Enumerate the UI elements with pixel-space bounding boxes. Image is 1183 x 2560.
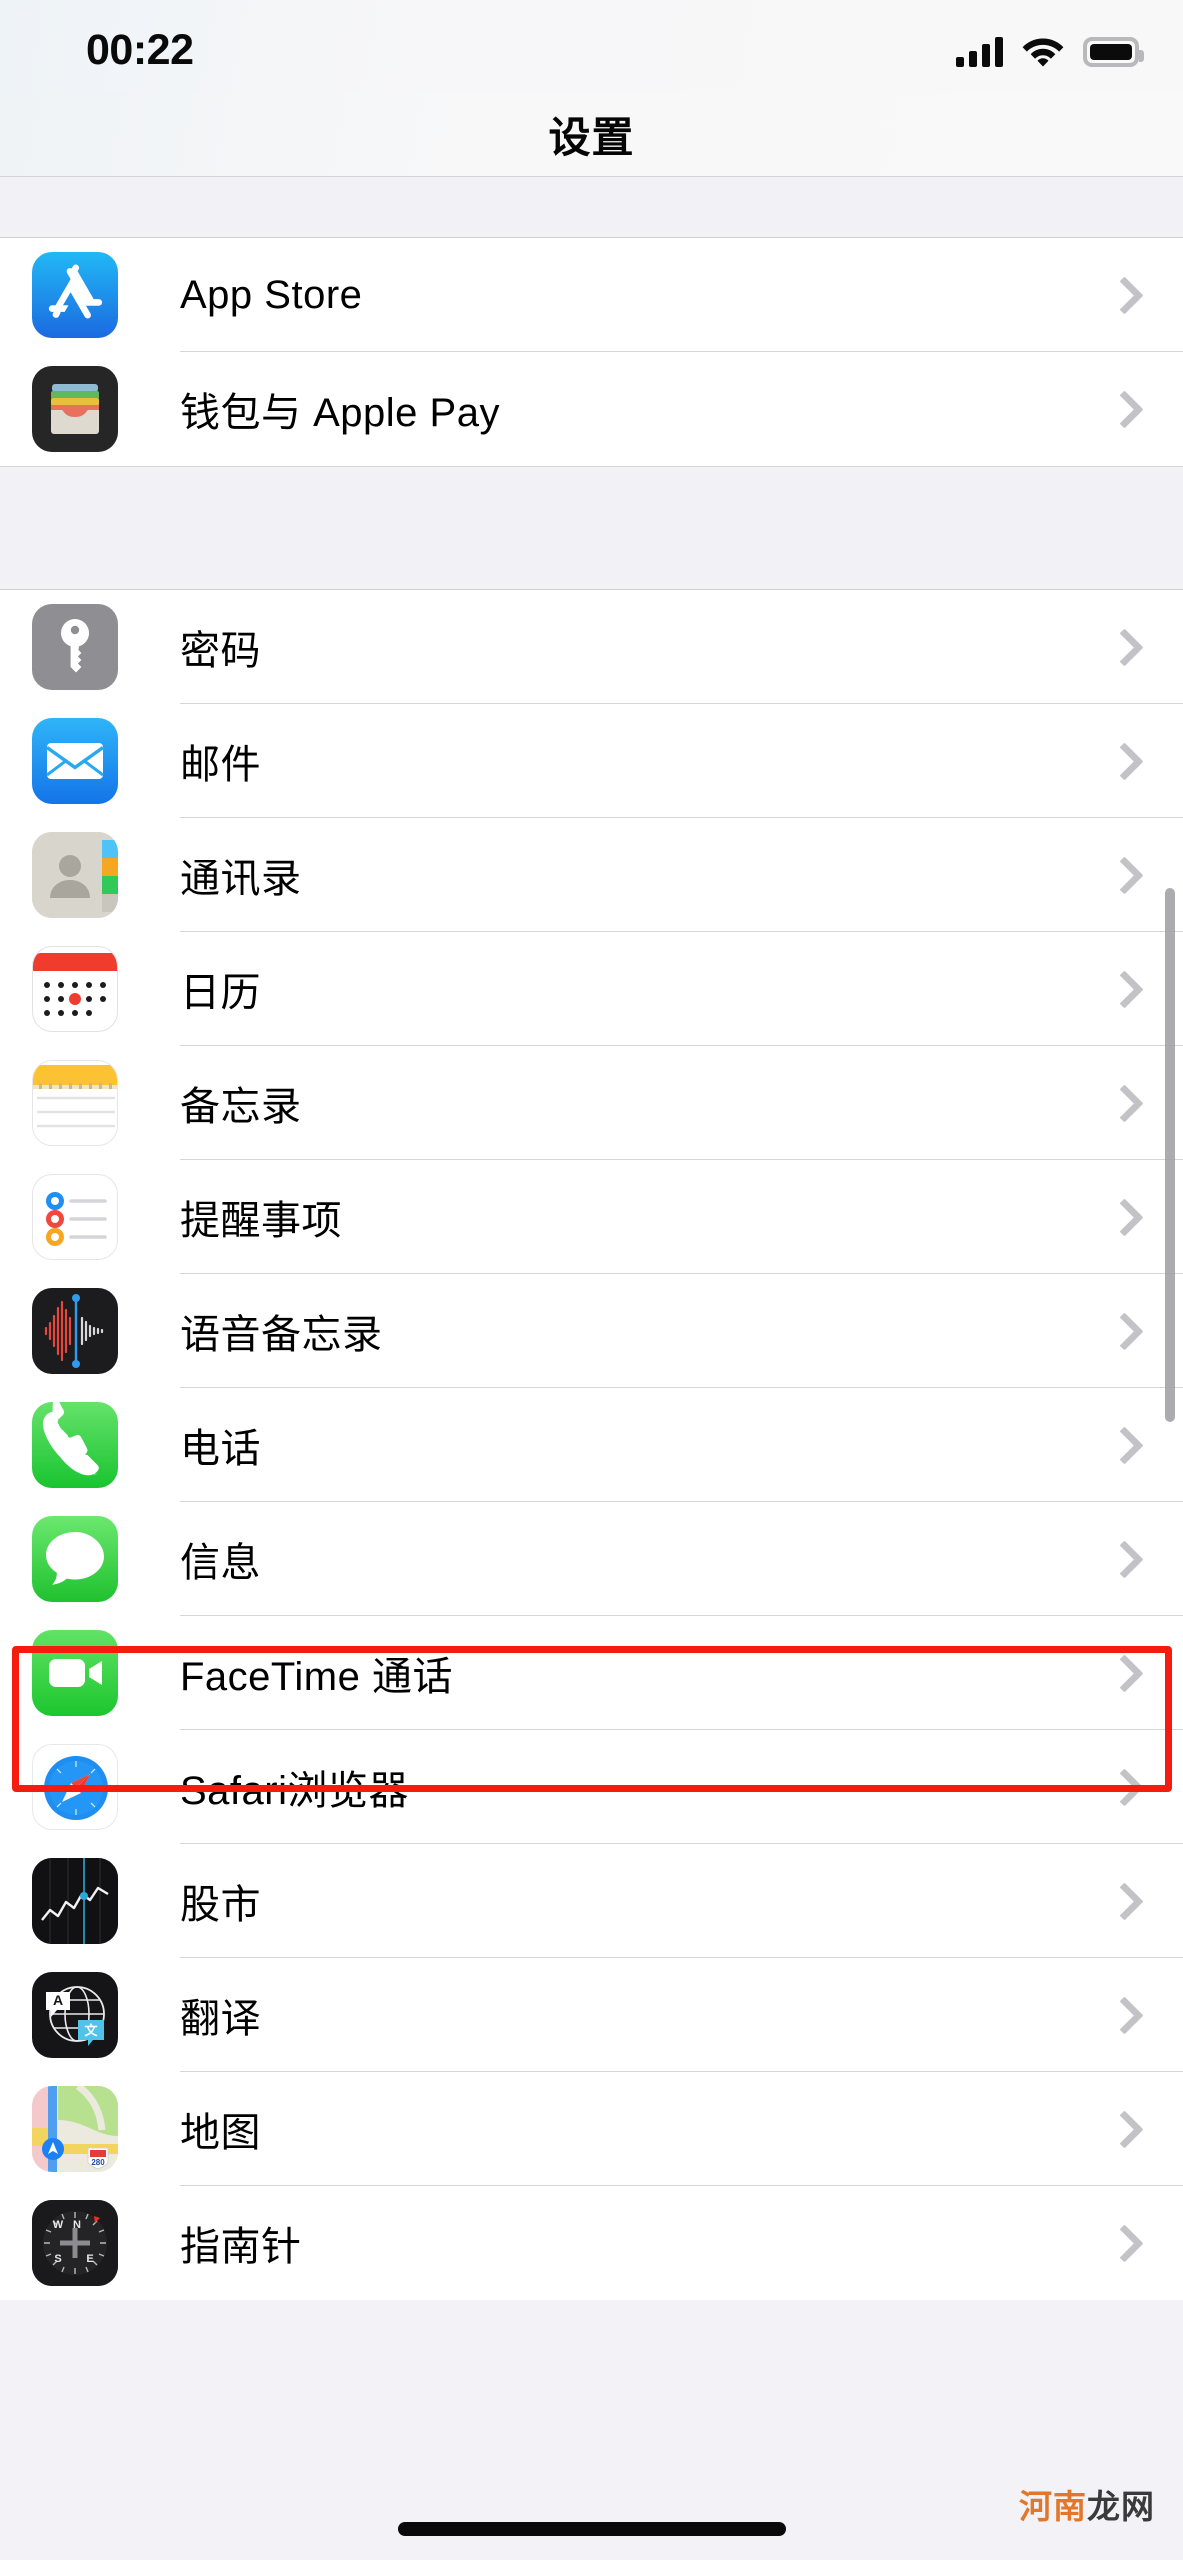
settings-row-label: 通讯录 bbox=[180, 857, 302, 901]
voice-memos-icon bbox=[32, 1288, 118, 1374]
chevron-right-icon bbox=[1109, 1083, 1131, 1123]
chevron-right-icon bbox=[1109, 275, 1131, 315]
chevron-right-icon bbox=[1109, 627, 1131, 667]
chevron-right-icon bbox=[1109, 1653, 1131, 1693]
svg-text:E: E bbox=[86, 2253, 93, 2265]
settings-row-translate[interactable]: A 文 翻译 bbox=[0, 1958, 1183, 2072]
messages-icon bbox=[32, 1516, 118, 1602]
settings-row-label: Safari浏览器 bbox=[180, 1769, 409, 1813]
section-spacer-middle bbox=[0, 466, 1183, 590]
settings-row-label: 电话 bbox=[180, 1427, 261, 1471]
settings-row-contacts[interactable]: 通讯录 bbox=[0, 818, 1183, 932]
chevron-right-icon bbox=[1109, 1995, 1131, 2035]
svg-text:280: 280 bbox=[91, 2158, 105, 2167]
wallet-icon bbox=[32, 366, 118, 452]
settings-row-label: 邮件 bbox=[180, 743, 261, 787]
calendar-icon bbox=[32, 946, 118, 1032]
battery-full-icon bbox=[1083, 37, 1144, 67]
settings-row-notes[interactable]: 备忘录 bbox=[0, 1046, 1183, 1160]
chevron-right-icon bbox=[1109, 1311, 1131, 1351]
settings-row-maps[interactable]: 280 地图 bbox=[0, 2072, 1183, 2186]
settings-list[interactable]: App Store 钱包与 Apple Pay 密码 邮件 通讯录 日历 备忘录… bbox=[0, 176, 1183, 2560]
iphone-settings-screen: 00:22 设置 App Store 钱包与 Apple Pay 密码 邮件 通… bbox=[0, 0, 1183, 2560]
status-bar-clock: 00:22 bbox=[86, 26, 194, 74]
section-spacer-top bbox=[0, 176, 1183, 238]
chevron-right-icon bbox=[1109, 1197, 1131, 1237]
settings-row-label: FaceTime 通话 bbox=[180, 1655, 453, 1699]
settings-row-calendar[interactable]: 日历 bbox=[0, 932, 1183, 1046]
settings-row-label: 地图 bbox=[180, 2111, 261, 2155]
svg-text:W: W bbox=[53, 2219, 64, 2231]
chevron-right-icon bbox=[1109, 2109, 1131, 2149]
apps-section: 密码 邮件 通讯录 日历 备忘录 提醒事项 语音备忘录 电话 信息 FaceTi… bbox=[0, 590, 1183, 2300]
home-indicator[interactable] bbox=[397, 2522, 786, 2536]
maps-icon: 280 bbox=[32, 2086, 118, 2172]
cellular-signal-icon bbox=[956, 35, 1003, 67]
stocks-icon bbox=[32, 1858, 118, 1944]
chevron-right-icon bbox=[1109, 1539, 1131, 1579]
settings-row-label: App Store bbox=[180, 272, 363, 317]
status-bar-indicators bbox=[956, 27, 1144, 67]
settings-row-facetime[interactable]: FaceTime 通话 bbox=[0, 1616, 1183, 1730]
watermark: 河南龙网 bbox=[1019, 2480, 1155, 2528]
compass-icon: N W S E bbox=[32, 2200, 118, 2286]
settings-row-compass[interactable]: N W S E 指南针 bbox=[0, 2186, 1183, 2300]
settings-row-stocks[interactable]: 股市 bbox=[0, 1844, 1183, 1958]
app-store-icon bbox=[32, 252, 118, 338]
chevron-right-icon bbox=[1109, 1881, 1131, 1921]
translate-icon: A 文 bbox=[32, 1972, 118, 2058]
contacts-icon bbox=[32, 832, 118, 918]
settings-row-label: 日历 bbox=[180, 971, 261, 1015]
settings-row-phone[interactable]: 电话 bbox=[0, 1388, 1183, 1502]
chevron-right-icon bbox=[1109, 741, 1131, 781]
chevron-right-icon bbox=[1109, 1767, 1131, 1807]
chevron-right-icon bbox=[1109, 855, 1131, 895]
settings-row-label: 提醒事项 bbox=[180, 1199, 342, 1243]
notes-icon bbox=[32, 1060, 118, 1146]
wifi-icon bbox=[1022, 35, 1064, 67]
settings-row-voice-memos[interactable]: 语音备忘录 bbox=[0, 1274, 1183, 1388]
svg-text:A: A bbox=[53, 1992, 63, 2008]
svg-text:N: N bbox=[73, 2219, 81, 2231]
reminders-icon bbox=[32, 1174, 118, 1260]
settings-row-messages[interactable]: 信息 bbox=[0, 1502, 1183, 1616]
settings-row-label: 翻译 bbox=[180, 1997, 261, 2041]
page-title: 设置 bbox=[548, 113, 635, 161]
status-bar: 00:22 bbox=[0, 0, 1183, 92]
svg-text:文: 文 bbox=[84, 2023, 98, 2039]
chevron-right-icon bbox=[1109, 389, 1131, 429]
settings-row-label: 钱包与 Apple Pay bbox=[180, 391, 500, 435]
settings-row-label: 指南针 bbox=[180, 2225, 302, 2269]
settings-row-label: 语音备忘录 bbox=[180, 1313, 383, 1357]
store-section: App Store 钱包与 Apple Pay bbox=[0, 238, 1183, 466]
chevron-right-icon bbox=[1109, 969, 1131, 1009]
safari-icon bbox=[32, 1744, 118, 1830]
navigation-bar: 设置 bbox=[0, 92, 1183, 176]
settings-row-mail[interactable]: 邮件 bbox=[0, 704, 1183, 818]
passwords-key-icon bbox=[32, 604, 118, 690]
phone-icon bbox=[32, 1402, 118, 1488]
settings-row-reminders[interactable]: 提醒事项 bbox=[0, 1160, 1183, 1274]
watermark-part-2: 龙网 bbox=[1087, 2487, 1155, 2526]
settings-row-label: 备忘录 bbox=[180, 1085, 302, 1129]
settings-row-wallet-apple-pay[interactable]: 钱包与 Apple Pay bbox=[0, 352, 1183, 466]
mail-icon bbox=[32, 718, 118, 804]
settings-row-label: 股市 bbox=[180, 1883, 261, 1927]
settings-row-passwords[interactable]: 密码 bbox=[0, 590, 1183, 704]
svg-text:S: S bbox=[54, 2253, 61, 2265]
settings-row-safari[interactable]: Safari浏览器 bbox=[0, 1730, 1183, 1844]
settings-row-label: 密码 bbox=[180, 629, 261, 673]
watermark-part-1: 河南 bbox=[1019, 2487, 1087, 2526]
facetime-icon bbox=[32, 1630, 118, 1716]
vertical-scrollbar[interactable] bbox=[1165, 888, 1175, 1422]
settings-row-label: 信息 bbox=[180, 1541, 261, 1585]
settings-row-app-store[interactable]: App Store bbox=[0, 238, 1183, 352]
chevron-right-icon bbox=[1109, 2223, 1131, 2263]
chevron-right-icon bbox=[1109, 1425, 1131, 1465]
